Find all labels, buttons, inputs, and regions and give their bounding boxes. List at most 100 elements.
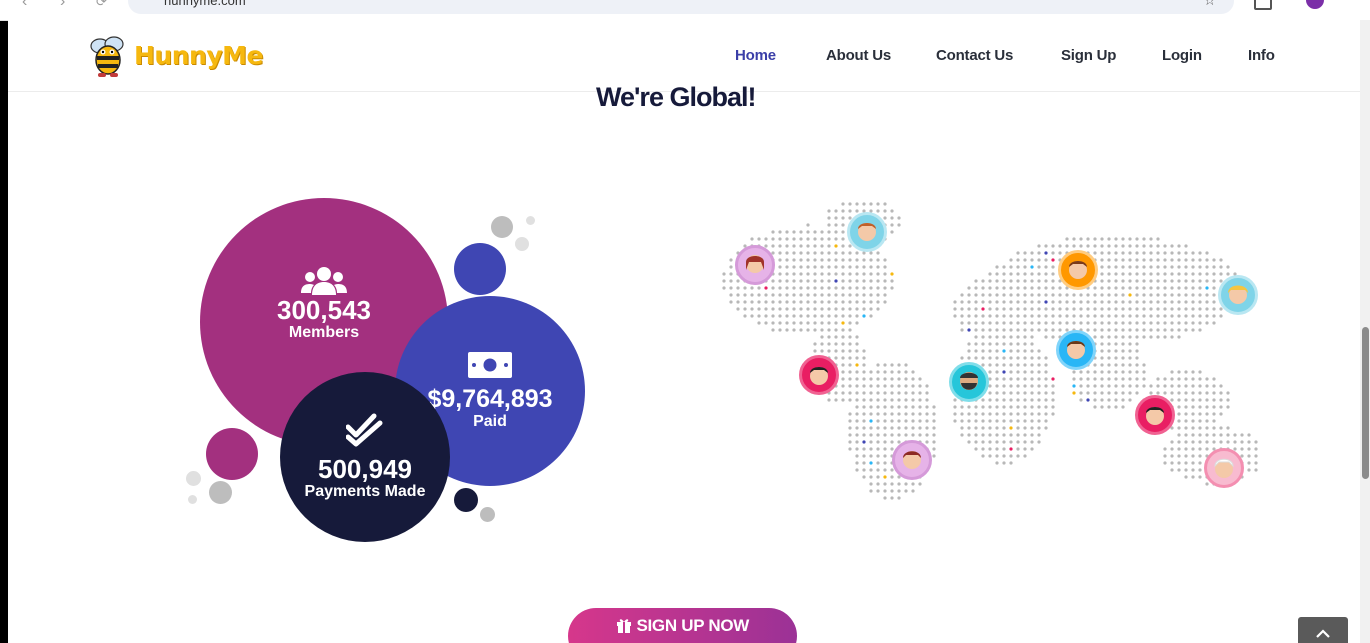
- map-dot: [890, 412, 894, 416]
- map-dot: [1044, 307, 1048, 311]
- map-dot: [904, 426, 908, 430]
- map-dot: [1142, 321, 1146, 325]
- map-dot: [1107, 363, 1111, 367]
- map-dot: [1058, 307, 1062, 311]
- map-dot: [1009, 426, 1013, 430]
- map-dot: [834, 398, 838, 402]
- map-dot: [1128, 244, 1132, 248]
- map-dot: [1170, 265, 1174, 269]
- map-dot: [1212, 272, 1216, 276]
- map-dot: [897, 405, 901, 409]
- map-dot: [981, 293, 985, 297]
- map-dot: [1191, 454, 1195, 458]
- map-dot: [1079, 391, 1083, 395]
- map-dot: [1121, 349, 1125, 353]
- map-dot: [806, 293, 810, 297]
- map-dot: [904, 384, 908, 388]
- map-dot: [729, 272, 733, 276]
- back-to-top-button[interactable]: [1298, 617, 1348, 643]
- scrollbar-thumb[interactable]: [1362, 327, 1369, 479]
- map-dot: [1149, 258, 1153, 262]
- map-dot: [1030, 265, 1034, 269]
- extensions-icon[interactable]: [1254, 0, 1272, 10]
- map-dot: [883, 489, 887, 493]
- map-dot: [883, 482, 887, 486]
- map-dot: [1135, 272, 1139, 276]
- map-dot: [1184, 440, 1188, 444]
- map-dot: [1100, 258, 1104, 262]
- map-dot: [1093, 314, 1097, 318]
- map-dot: [995, 363, 999, 367]
- nav-sign-up[interactable]: Sign Up: [1061, 47, 1116, 64]
- map-dot: [1002, 419, 1006, 423]
- map-dot: [1233, 440, 1237, 444]
- map-dot: [890, 230, 894, 234]
- map-dot: [1247, 447, 1251, 451]
- map-dot: [1030, 405, 1034, 409]
- map-dot: [827, 223, 831, 227]
- map-dot: [883, 405, 887, 409]
- map-dot: [967, 419, 971, 423]
- sign-up-now-button[interactable]: SIGN UP NOW: [568, 608, 797, 643]
- profile-avatar[interactable]: [1306, 0, 1324, 9]
- map-dot: [792, 314, 796, 318]
- map-dot: [1037, 370, 1041, 374]
- map-dot: [1163, 258, 1167, 262]
- map-dot: [1205, 377, 1209, 381]
- back-icon[interactable]: ‹: [22, 0, 27, 10]
- nav-about-us[interactable]: About Us: [826, 47, 891, 64]
- map-dot: [1065, 321, 1069, 325]
- map-dot: [1100, 244, 1104, 248]
- map-dot: [1079, 314, 1083, 318]
- map-dot: [897, 216, 901, 220]
- map-dot: [722, 279, 726, 283]
- map-dot: [1016, 356, 1020, 360]
- reload-icon[interactable]: ⟳: [96, 0, 107, 10]
- payments-stat: 500,949 Payments Made: [280, 372, 450, 542]
- bookmark-star-icon[interactable]: ☆: [1203, 0, 1216, 9]
- map-dot: [1240, 433, 1244, 437]
- map-dot: [1135, 342, 1139, 346]
- map-dot: [834, 307, 838, 311]
- map-dot: [1023, 265, 1027, 269]
- map-dot: [1135, 391, 1139, 395]
- map-dot: [890, 216, 894, 220]
- map-dot: [1072, 391, 1076, 395]
- map-dot: [806, 321, 810, 325]
- map-dot: [1170, 293, 1174, 297]
- address-bar[interactable]: hunnyme.com ☆: [128, 0, 1234, 14]
- map-dot: [855, 461, 859, 465]
- map-dot: [855, 314, 859, 318]
- map-dot: [736, 307, 740, 311]
- map-dot: [995, 335, 999, 339]
- nav-login[interactable]: Login: [1162, 47, 1202, 64]
- map-dot: [1149, 300, 1153, 304]
- map-dot: [1198, 321, 1202, 325]
- map-dot: [771, 307, 775, 311]
- forward-icon[interactable]: ›: [60, 0, 65, 10]
- map-dot: [1023, 440, 1027, 444]
- map-dot: [771, 314, 775, 318]
- nav-info[interactable]: Info: [1248, 47, 1275, 64]
- map-dot: [1198, 426, 1202, 430]
- map-dot: [1184, 398, 1188, 402]
- map-dot: [806, 223, 810, 227]
- map-dot: [1163, 307, 1167, 311]
- map-dot: [1044, 391, 1048, 395]
- map-dot: [834, 237, 838, 241]
- nav-contact-us[interactable]: Contact Us: [936, 47, 1013, 64]
- map-dot: [757, 314, 761, 318]
- map-dot: [1198, 419, 1202, 423]
- map-dot: [1037, 377, 1041, 381]
- map-dot: [855, 440, 859, 444]
- map-dot: [1016, 398, 1020, 402]
- map-dot: [1002, 321, 1006, 325]
- map-dot: [1170, 286, 1174, 290]
- map-dot: [1247, 468, 1251, 472]
- map-dot: [904, 391, 908, 395]
- map-dot: [1198, 279, 1202, 283]
- map-dot: [848, 370, 852, 374]
- map-dot: [1051, 398, 1055, 402]
- paid-label: Paid: [473, 413, 507, 430]
- nav-home[interactable]: Home: [735, 47, 776, 64]
